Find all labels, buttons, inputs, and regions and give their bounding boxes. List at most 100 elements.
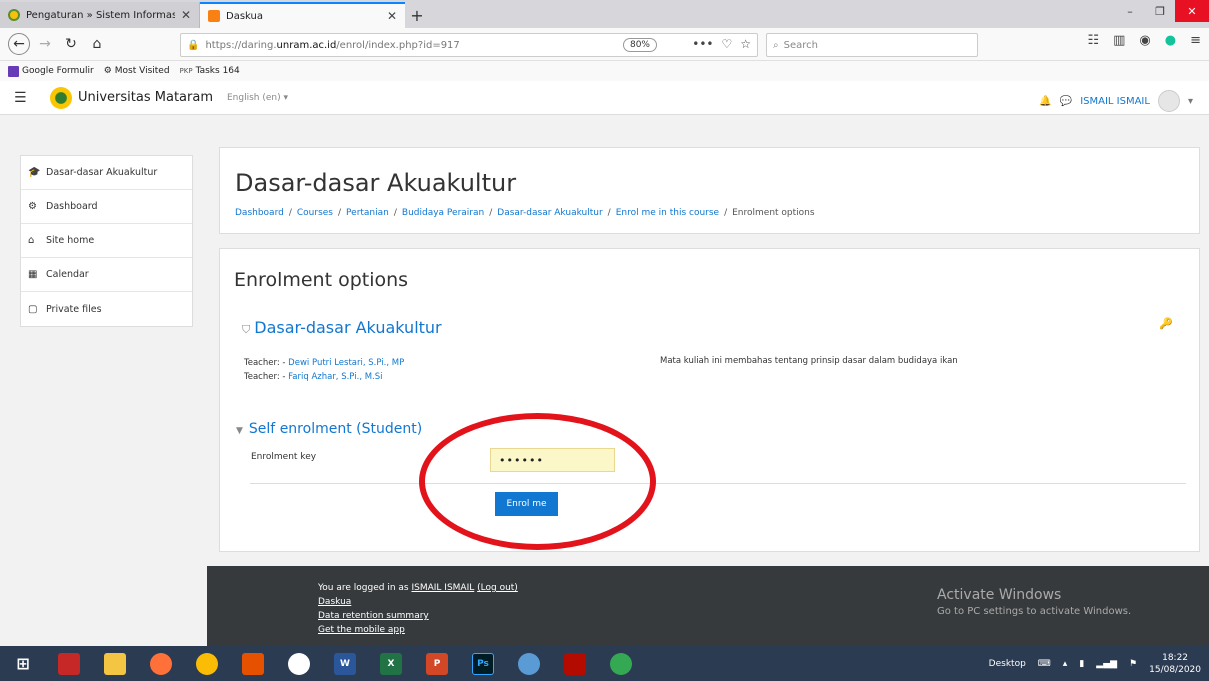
tab-title: Daskua — [226, 10, 263, 22]
sidebar-item-site-home[interactable]: ⌂ Site home — [21, 224, 192, 258]
home-icon[interactable]: ⌂ — [86, 33, 108, 55]
url-bar[interactable]: 🔒 https://daring. unram.ac.id /enrol/ind… — [180, 33, 758, 57]
page-header-card: Dasar-dasar Akuakultur Dashboard / Course… — [219, 147, 1200, 234]
zoom-level[interactable]: 80% — [622, 38, 657, 52]
paint-icon — [288, 652, 310, 675]
sidebar-item-private-files[interactable]: ▢ Private files — [21, 292, 192, 326]
sidebar-item-course[interactable]: 🎓 Dasar-dasar Akuakultur — [21, 156, 192, 190]
keyboard-icon[interactable]: ⌨ — [1038, 659, 1051, 669]
tab-title: Pengaturan » Sistem Informasi — [26, 9, 175, 21]
page-footer: You are logged in as ISMAIL ISMAIL (Log … — [207, 566, 1209, 646]
messages-icon[interactable]: 💬 — [1060, 96, 1072, 107]
bookmark-most-visited[interactable]: ⚙ Most Visited — [104, 66, 170, 76]
taskbar-app[interactable] — [276, 646, 322, 681]
url-host: unram.ac.id — [276, 39, 337, 51]
system-tray: Desktop ⌨ ▴ ▮ ▂▄▆ ⚑ 18:22 15/08/2020 — [989, 646, 1201, 681]
flag-icon[interactable]: ⚑ — [1129, 659, 1137, 669]
powerpoint-icon: P — [426, 652, 448, 675]
battery-icon[interactable]: ▮ — [1079, 659, 1084, 669]
desktop-toolbar[interactable]: Desktop — [989, 659, 1026, 669]
teacher-link[interactable]: Fariq Azhar, S.Pi., M.Si — [288, 372, 382, 382]
calendar-icon: ▦ — [28, 269, 38, 280]
hamburger-menu-icon[interactable]: ☰ — [14, 90, 30, 106]
tasks-icon: PKP — [179, 67, 193, 75]
enrolment-key-input[interactable] — [490, 448, 615, 472]
forward-arrow-icon[interactable]: → — [34, 33, 56, 55]
breadcrumb-dashboard[interactable]: Dashboard — [235, 208, 284, 218]
sidebar-item-dashboard[interactable]: ⚙ Dashboard — [21, 190, 192, 224]
taskbar-photoshop[interactable]: Ps — [460, 646, 506, 681]
taskbar-powerpoint[interactable]: P — [414, 646, 460, 681]
taskbar-app[interactable] — [46, 646, 92, 681]
back-arrow-icon[interactable]: ← — [8, 33, 30, 55]
grammarly-icon[interactable]: ● — [1165, 33, 1176, 48]
notification-bell-icon[interactable]: 🔔 — [1039, 96, 1051, 107]
tray-chevron-icon[interactable]: ▴ — [1063, 659, 1068, 669]
logout-link[interactable]: (Log out) — [477, 583, 518, 593]
taskbar-app[interactable] — [92, 646, 138, 681]
pocket-icon[interactable]: ♡ — [721, 37, 732, 51]
sidebar-item-calendar[interactable]: ▦ Calendar — [21, 258, 192, 292]
bookmark-tasks[interactable]: PKP Tasks 164 — [180, 66, 240, 76]
new-tab-button[interactable]: + — [405, 2, 429, 28]
start-button[interactable]: ⊞ — [0, 646, 46, 681]
language-menu[interactable]: English (en) ▾ — [227, 93, 288, 103]
dashboard-icon: ⚙ — [28, 201, 37, 212]
sidebar-icon[interactable]: ▥ — [1113, 33, 1125, 48]
enrol-me-button[interactable]: Enrol me — [495, 492, 558, 516]
close-window-button[interactable]: ✕ — [1175, 0, 1209, 22]
library-icon[interactable]: ☷ — [1087, 33, 1099, 48]
teacher-link[interactable]: Dewi Putri Lestari, S.Pi., MP — [288, 358, 404, 368]
university-logo[interactable] — [50, 86, 72, 109]
user-name[interactable]: ISMAIL ISMAIL — [1080, 96, 1150, 107]
footer-home-link[interactable]: Daskua — [318, 597, 351, 607]
menu-icon[interactable]: ≡ — [1190, 33, 1201, 48]
mobile-app-link[interactable]: Get the mobile app — [318, 625, 405, 635]
minimize-button[interactable]: – — [1115, 0, 1145, 22]
breadcrumb-courses[interactable]: Courses — [297, 208, 333, 218]
file-explorer-icon — [104, 652, 126, 675]
reload-icon[interactable]: ↻ — [60, 33, 82, 55]
tab-pengaturan[interactable]: Pengaturan » Sistem Informasi ✕ — [0, 2, 200, 28]
taskbar-word[interactable]: W — [322, 646, 368, 681]
maximize-button[interactable]: ❐ — [1145, 0, 1175, 22]
close-tab-icon[interactable]: ✕ — [175, 8, 191, 22]
moodle-favicon-icon — [208, 10, 220, 22]
taskbar-app[interactable] — [552, 646, 598, 681]
acrobat-icon — [564, 652, 586, 675]
taskbar-app[interactable] — [506, 646, 552, 681]
bookmark-google-formulir[interactable]: Google Formulir — [8, 65, 94, 77]
course-name-link[interactable]: ⛉ Dasar-dasar Akuakultur — [242, 318, 442, 337]
enrol-key-icon: 🔑 — [1159, 317, 1173, 330]
tab-daskua[interactable]: Daskua ✕ — [200, 2, 405, 28]
signal-icon[interactable]: ▂▄▆ — [1096, 659, 1117, 669]
data-retention-link[interactable]: Data retention summary — [318, 611, 429, 621]
avatar[interactable] — [1157, 90, 1180, 112]
taskbar-app[interactable] — [230, 646, 276, 681]
breadcrumb-course[interactable]: Dasar-dasar Akuakultur — [497, 208, 602, 218]
book-icon — [58, 652, 80, 675]
breadcrumb-pertanian[interactable]: Pertanian — [346, 208, 389, 218]
footer-user-link[interactable]: ISMAIL ISMAIL — [411, 583, 474, 593]
home-icon: ⌂ — [28, 235, 35, 246]
taskbar-excel[interactable]: X — [368, 646, 414, 681]
self-enrolment-toggle[interactable]: ▼ Self enrolment (Student) — [236, 421, 422, 437]
taskbar-app[interactable] — [598, 646, 644, 681]
search-input[interactable]: ⌕ Search — [766, 33, 978, 57]
taskbar-app[interactable] — [184, 646, 230, 681]
taskbar-app[interactable] — [138, 646, 184, 681]
breadcrumb-enrol[interactable]: Enrol me in this course — [616, 208, 719, 218]
close-tab-icon[interactable]: ✕ — [381, 9, 397, 23]
clock[interactable]: 18:22 15/08/2020 — [1149, 652, 1201, 676]
bookmark-star-icon[interactable]: ☆ — [740, 37, 751, 51]
window-controls: – ❐ ✕ — [1115, 0, 1209, 22]
favicon-icon — [8, 9, 20, 21]
search-icon: ⌕ — [773, 39, 779, 51]
account-icon[interactable]: ◉ — [1139, 33, 1150, 48]
page-title: Dasar-dasar Akuakultur — [235, 169, 517, 197]
site-brand[interactable]: Universitas Mataram — [78, 90, 213, 105]
user-menu-chevron-icon[interactable]: ▾ — [1188, 96, 1193, 107]
excel-icon: X — [380, 652, 402, 675]
page-actions-icon[interactable]: ••• — [692, 37, 713, 51]
breadcrumb-budidaya[interactable]: Budidaya Perairan — [402, 208, 484, 218]
